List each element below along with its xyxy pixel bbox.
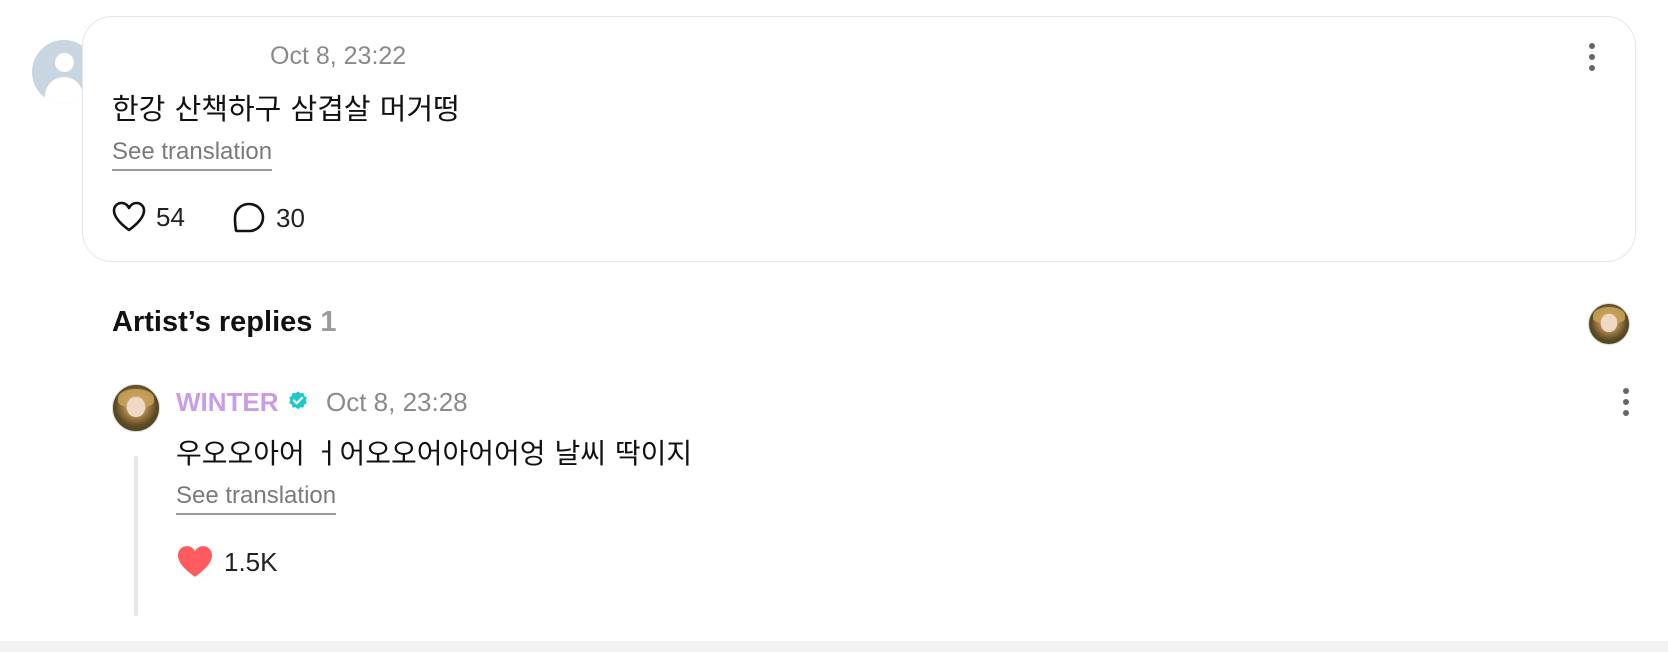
reply-see-translation-link[interactable]: See translation [176, 482, 337, 515]
heart-filled-icon [178, 546, 212, 577]
reply-timestamp: Oct 8, 23:28 [326, 387, 468, 417]
reply-like-button[interactable]: 1.5K [176, 545, 278, 579]
reply-author-name[interactable]: WINTER [176, 387, 279, 418]
verified-badge-icon [289, 391, 307, 410]
artist-replies-heading: Artist’s replies 1 [112, 306, 337, 339]
artist-replies-title: Artist’s replies [112, 306, 313, 338]
comment-timestamp: Oct 8, 23:22 [270, 42, 407, 70]
more-options-icon[interactable] [1586, 41, 1598, 73]
comment-reply-button[interactable]: 30 [232, 201, 305, 235]
bottom-divider [0, 641, 1668, 652]
artist-replies-count: 1 [320, 306, 337, 338]
reply-more-options-icon[interactable] [1620, 386, 1632, 418]
comment-like-count: 54 [156, 201, 185, 232]
reply-text: 우오오아어 ㅓ어오오어아어어엉 날씨 딱이지 [176, 437, 693, 470]
artist-avatar-top[interactable] [1588, 303, 1630, 345]
comment-bubble-icon [233, 202, 265, 233]
comment-see-translation-link[interactable]: See translation [112, 138, 273, 171]
comment-like-button[interactable]: 54 [112, 201, 185, 233]
comment-text: 한강 산책하구 삼겹살 머거떵 [112, 92, 460, 126]
reply-author-avatar[interactable] [112, 384, 160, 432]
comment-reply-count: 30 [276, 202, 305, 233]
reply-like-count: 1.5K [224, 546, 278, 577]
reply-thread-line [134, 456, 138, 616]
heart-icon [112, 201, 146, 232]
user-avatar-placeholder-icon [55, 53, 74, 72]
